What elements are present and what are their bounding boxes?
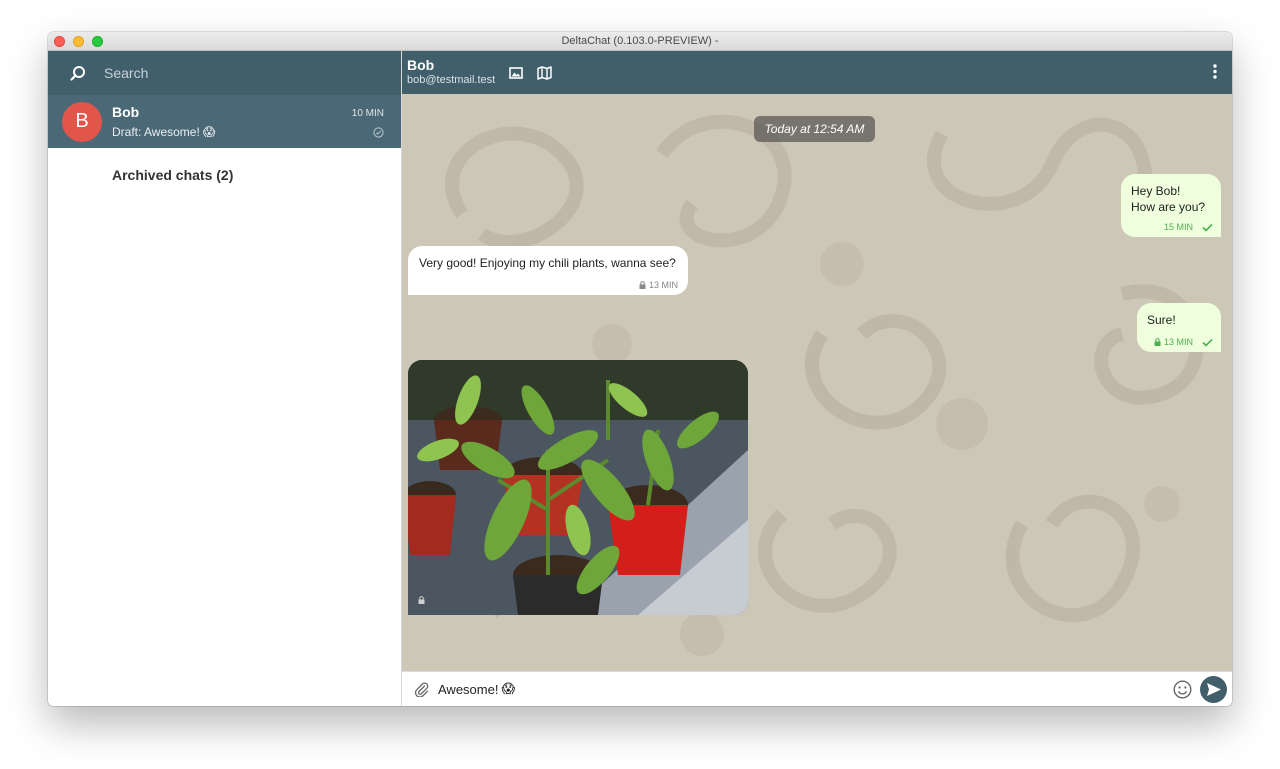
smiley-icon[interactable] bbox=[1173, 679, 1192, 699]
message-meta: 13 MIN bbox=[1154, 337, 1213, 347]
date-separator: Today at 12:54 AM bbox=[754, 116, 875, 142]
message-composer: Awesome! 😱 bbox=[402, 671, 1232, 706]
delivered-check-icon bbox=[1202, 338, 1213, 347]
incoming-message[interactable]: Very good! Enjoying my chili plants, wan… bbox=[408, 246, 688, 295]
compose-input[interactable]: Awesome! bbox=[438, 682, 498, 697]
maximize-window-button[interactable] bbox=[92, 36, 103, 47]
contact-name: Bob bbox=[407, 57, 435, 73]
outgoing-message[interactable]: Sure! 13 MIN bbox=[1137, 303, 1221, 352]
message-text: Sure! bbox=[1147, 313, 1176, 327]
message-meta: 13 MIN bbox=[639, 280, 678, 290]
chat-name: Bob bbox=[112, 104, 140, 120]
outgoing-message[interactable]: Hey Bob! How are you? 15 MIN bbox=[1121, 174, 1221, 237]
chili-plants-photo bbox=[408, 360, 748, 615]
minimize-window-button[interactable] bbox=[73, 36, 84, 47]
scream-emoji-icon: 😱 bbox=[202, 125, 216, 139]
message-time: 13 MIN bbox=[648, 280, 678, 290]
chat-preview: Draft: Awesome! 😱 bbox=[112, 125, 215, 139]
search-input[interactable] bbox=[104, 65, 364, 81]
image-message[interactable] bbox=[408, 360, 748, 615]
padlock-icon bbox=[639, 281, 646, 289]
window-title: DeltaChat (0.103.0-PREVIEW) - bbox=[561, 35, 719, 47]
scream-emoji-icon: 😱 bbox=[501, 681, 516, 697]
chat-header: Bob bob@testmail.test bbox=[402, 51, 1232, 94]
search-icon[interactable] bbox=[70, 65, 86, 81]
paperclip-icon[interactable] bbox=[414, 681, 429, 697]
send-icon bbox=[1206, 682, 1222, 697]
message-meta: 15 MIN bbox=[1164, 222, 1213, 232]
window-controls bbox=[54, 36, 103, 47]
chat-item-text: Bob Draft: Awesome! 😱 bbox=[112, 104, 215, 139]
avatar: B bbox=[62, 101, 102, 142]
contact-email: bob@testmail.test bbox=[407, 74, 496, 86]
title-bar: DeltaChat (0.103.0-PREVIEW) - bbox=[48, 32, 1232, 51]
send-button[interactable] bbox=[1200, 675, 1227, 703]
gallery-icon[interactable] bbox=[509, 66, 524, 79]
more-vertical-icon[interactable] bbox=[1213, 64, 1217, 84]
map-icon[interactable] bbox=[537, 65, 552, 80]
close-window-button[interactable] bbox=[54, 36, 65, 47]
message-text-line: How are you? bbox=[1131, 200, 1206, 214]
padlock-icon bbox=[418, 591, 425, 609]
message-time: 15 MIN bbox=[1163, 222, 1193, 232]
conversation-panel: Bob bob@testmail.test Today at 12:54 AM … bbox=[402, 51, 1232, 706]
chat-list-panel: B Bob Draft: Awesome! 😱 10 MIN Archived … bbox=[48, 51, 402, 706]
delivered-check-icon bbox=[1202, 223, 1213, 232]
chat-preview-text: Draft: Awesome! bbox=[112, 125, 200, 139]
check-circle-icon bbox=[373, 125, 384, 143]
search-bar bbox=[48, 51, 401, 95]
message-time: 13 MIN bbox=[1163, 337, 1193, 347]
padlock-icon bbox=[1154, 338, 1161, 346]
message-text: Hey Bob! How are you? bbox=[1131, 183, 1205, 215]
chat-header-info[interactable]: Bob bob@testmail.test bbox=[407, 58, 495, 87]
archived-chats-link[interactable]: Archived chats (2) bbox=[112, 167, 401, 183]
message-list[interactable]: Today at 12:54 AM Hey Bob! How are you? … bbox=[402, 94, 1232, 671]
composer-text[interactable]: Awesome! 😱 bbox=[438, 682, 1173, 697]
chat-timestamp: 10 MIN bbox=[351, 108, 384, 119]
message-text: Very good! Enjoying my chili plants, wan… bbox=[419, 256, 676, 270]
app-window: DeltaChat (0.103.0-PREVIEW) - B Bob Draf… bbox=[48, 32, 1232, 706]
message-text-line: Hey Bob! bbox=[1131, 184, 1181, 198]
chat-list-item-bob[interactable]: B Bob Draft: Awesome! 😱 10 MIN bbox=[48, 95, 401, 148]
